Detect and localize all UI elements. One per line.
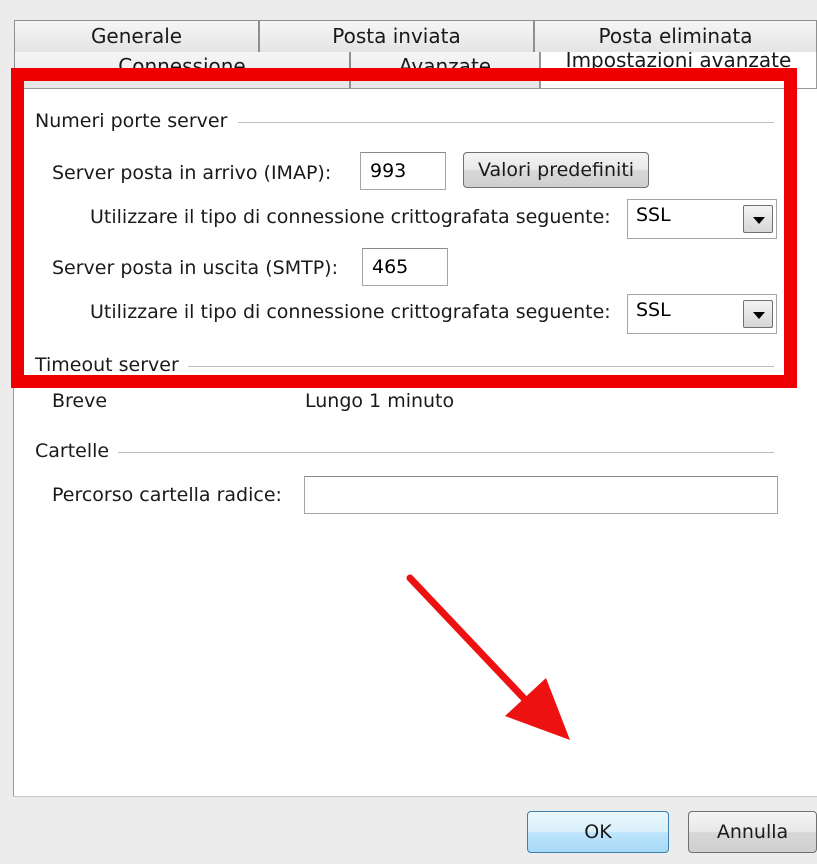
root-path-field[interactable] [304,476,778,514]
ok-button[interactable]: OK [527,811,669,853]
folders-section-title: Cartelle [35,440,110,462]
tab-generale[interactable]: Generale [14,20,259,52]
tab-posta-eliminata[interactable]: Posta eliminata [534,20,817,52]
root-path-label: Percorso cartella radice: [52,484,282,506]
cancel-button[interactable]: Annulla [688,811,817,853]
highlight-box [11,68,797,388]
timeout-long-label: Lungo 1 minuto [305,390,455,412]
dialog-window: Connessione Avanzate Impostazioni avanza… [0,0,817,864]
red-arrow-icon [406,574,570,740]
tab-posta-inviata[interactable]: Posta inviata [259,20,534,52]
timeout-short-label: Breve [52,390,108,412]
folders-section-divider [118,452,774,453]
